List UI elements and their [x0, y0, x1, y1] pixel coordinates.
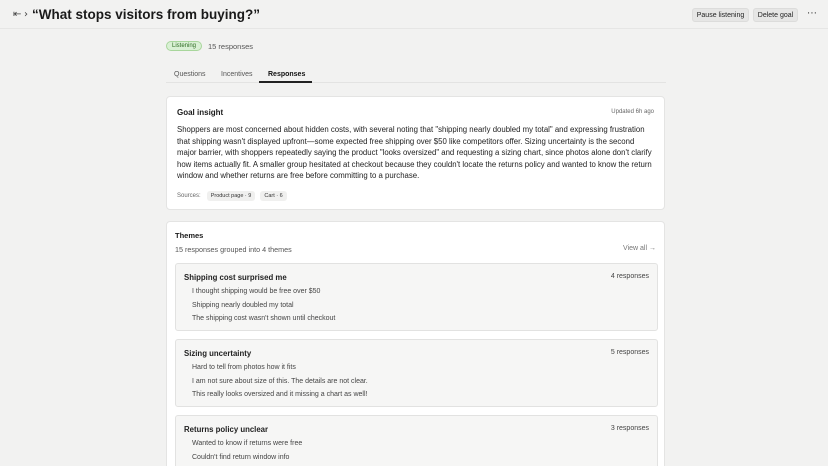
tab-incentives[interactable]: Incentives [221, 68, 253, 86]
theme-card[interactable]: Sizing uncertainty 5 responses Hard to t… [175, 339, 658, 407]
chevron-right-icon[interactable]: › [24, 9, 28, 20]
quote-item: I am not sure about size of this. The de… [192, 378, 368, 385]
theme-count: 5 responses [610, 349, 649, 356]
theme-name: Shipping cost surprised me [184, 273, 287, 282]
tab-responses[interactable]: Responses [268, 68, 305, 86]
goal-insight-title: Goal insight [177, 108, 224, 117]
themes-title: Themes [175, 231, 204, 240]
theme-card[interactable]: Returns policy unclear 3 responses Wante… [175, 415, 658, 466]
updated-timestamp: Updated 6h ago [611, 109, 654, 115]
quote-item: Couldn't find return window info [192, 454, 290, 461]
goal-insight-body: Shoppers are most concerned about hidden… [177, 125, 652, 181]
quote-item: Wanted to know if returns were free [192, 440, 303, 447]
view-all-link[interactable]: View all → [623, 245, 656, 252]
sources-row: Sources: Product page · 9 Cart · 6 [177, 191, 292, 201]
quote-item: Shipping nearly doubled my total [192, 302, 294, 309]
tab-questions[interactable]: Questions [174, 68, 206, 86]
theme-count: 3 responses [610, 425, 649, 432]
quote-item: The shipping cost wasn't shown until che… [192, 315, 336, 322]
status-badge: Listening [166, 41, 203, 51]
theme-name: Sizing uncertainty [184, 349, 252, 358]
page-title: “What stops visitors from buying?” [32, 7, 261, 22]
delete-goal-button[interactable]: Delete goal [753, 8, 798, 22]
theme-name: Returns policy unclear [184, 425, 269, 434]
collapse-sidebar-icon[interactable]: ⇤ [13, 9, 21, 20]
tabs-divider [166, 82, 666, 83]
themes-card: Themes 15 responses grouped into 4 theme… [166, 221, 665, 466]
quote-item: This really looks oversized and it missi… [192, 391, 368, 398]
source-chip-product-page[interactable]: Product page · 9 [206, 191, 256, 201]
top-bar: ⇤ › “What stops visitors from buying?” P… [0, 0, 828, 29]
themes-subtitle: 15 responses grouped into 4 themes [175, 245, 292, 254]
theme-count: 4 responses [610, 273, 649, 280]
more-icon[interactable]: ⋯ [806, 8, 818, 22]
quote-item: Hard to tell from photos how it fits [192, 364, 296, 371]
goal-insight-card: Goal insight Updated 6h ago Shoppers are… [166, 96, 665, 210]
sources-label: Sources: [177, 193, 201, 199]
pause-listening-button[interactable]: Pause listening [692, 8, 749, 22]
top-divider [0, 28, 828, 29]
quote-item: I thought shipping would be free over $5… [192, 288, 321, 295]
source-chip-cart[interactable]: Cart · 6 [260, 191, 287, 201]
response-count: 15 responses [208, 42, 254, 51]
active-tab-indicator [259, 81, 312, 83]
theme-card[interactable]: Shipping cost surprised me 4 responses I… [175, 263, 658, 331]
